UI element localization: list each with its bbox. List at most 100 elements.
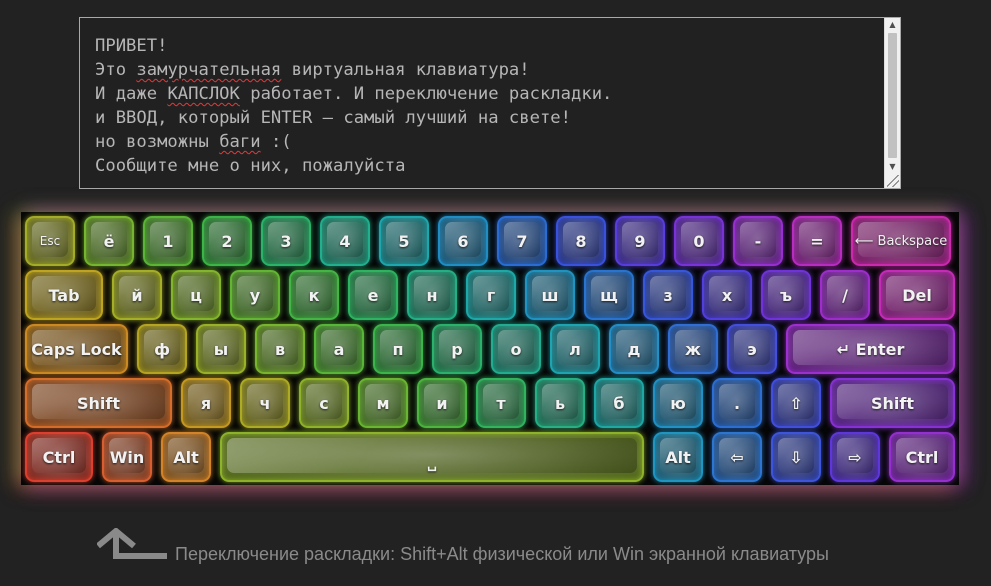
- key-y-short[interactable]: й: [112, 270, 162, 320]
- key-9[interactable]: 9: [615, 216, 665, 266]
- key-n[interactable]: н: [407, 270, 457, 320]
- key-label: ъ: [779, 285, 793, 305]
- key-k[interactable]: к: [289, 270, 339, 320]
- key-arrow-down[interactable]: ⇩: [771, 432, 821, 482]
- text-line: но возможны баги :(: [95, 130, 876, 154]
- key-f[interactable]: ф: [137, 324, 187, 374]
- key-label: ы: [213, 339, 229, 359]
- key-soft-sign[interactable]: ь: [535, 378, 585, 428]
- key-label: о: [510, 339, 522, 359]
- key-label: ч: [259, 393, 271, 413]
- misspelled-word: КАПСЛОК: [167, 84, 240, 104]
- scroll-down-arrow-icon[interactable]: ▼: [885, 160, 900, 174]
- key-zh[interactable]: ж: [668, 324, 718, 374]
- scroll-up-arrow-icon[interactable]: ▲: [885, 18, 900, 32]
- key-z[interactable]: з: [643, 270, 693, 320]
- key-ctrl-right[interactable]: Ctrl: [889, 432, 955, 482]
- key-equals[interactable]: =: [792, 216, 842, 266]
- key-backspace[interactable]: ⟵ Backspace: [851, 216, 951, 266]
- key-u[interactable]: у: [230, 270, 280, 320]
- key-tab[interactable]: Tab: [25, 270, 103, 320]
- key-4[interactable]: 4: [320, 216, 370, 266]
- key-g[interactable]: г: [466, 270, 516, 320]
- key-label: Shift: [76, 393, 120, 413]
- key-label: 2: [221, 231, 233, 251]
- resize-grip-icon[interactable]: [887, 175, 899, 187]
- key-label: д: [627, 339, 641, 359]
- key-shift-left[interactable]: Shift: [25, 378, 172, 428]
- key-2[interactable]: 2: [202, 216, 252, 266]
- key-label: 0: [693, 231, 705, 251]
- key-7[interactable]: 7: [497, 216, 547, 266]
- key-del[interactable]: Del: [879, 270, 955, 320]
- key-8[interactable]: 8: [556, 216, 606, 266]
- key-label: Alt: [173, 447, 199, 467]
- key-r[interactable]: р: [432, 324, 482, 374]
- key-yo[interactable]: ё: [84, 216, 134, 266]
- key-label: Caps Lock: [31, 339, 122, 359]
- text-segment: но возможны: [95, 132, 220, 152]
- key-label: Win: [109, 447, 145, 467]
- key-sh[interactable]: ш: [525, 270, 575, 320]
- key-alt-right[interactable]: Alt: [653, 432, 703, 482]
- key-d[interactable]: д: [609, 324, 659, 374]
- text-line: и ВВОД, который ENTER — самый лучший на …: [95, 106, 876, 130]
- key-label: =: [810, 231, 824, 251]
- key-1[interactable]: 1: [143, 216, 193, 266]
- key-win[interactable]: Win: [102, 432, 152, 482]
- key-3[interactable]: 3: [261, 216, 311, 266]
- key-label: ю: [670, 393, 686, 413]
- key-period[interactable]: .: [712, 378, 762, 428]
- key-label: ш: [541, 285, 559, 305]
- text-line: ПРИВЕТ!: [95, 34, 876, 58]
- key-s[interactable]: с: [299, 378, 349, 428]
- textarea-scrollbar[interactable]: ▲ ▼: [884, 18, 900, 188]
- key-label: 5: [398, 231, 410, 251]
- key-6[interactable]: 6: [438, 216, 488, 266]
- key-5[interactable]: 5: [379, 216, 429, 266]
- text-segment: Сообщите мне о них, пожалуйста: [95, 156, 406, 176]
- key-ya[interactable]: я: [181, 378, 231, 428]
- key-l[interactable]: л: [550, 324, 600, 374]
- key-arrow-up[interactable]: ⇧: [771, 378, 821, 428]
- key-ch[interactable]: ч: [240, 378, 290, 428]
- key-minus[interactable]: -: [733, 216, 783, 266]
- key-slash[interactable]: /: [820, 270, 870, 320]
- key-ye[interactable]: е: [348, 270, 398, 320]
- key-label: м: [376, 393, 390, 413]
- key-label: л: [569, 339, 581, 359]
- key-o[interactable]: о: [491, 324, 541, 374]
- key-a[interactable]: а: [314, 324, 364, 374]
- key-yery[interactable]: ы: [196, 324, 246, 374]
- key-arrow-right[interactable]: ⇨: [830, 432, 880, 482]
- key-space[interactable]: ␣: [220, 432, 644, 482]
- key-hard-sign[interactable]: ъ: [761, 270, 811, 320]
- key-kh[interactable]: х: [702, 270, 752, 320]
- key-shift-right[interactable]: Shift: [830, 378, 955, 428]
- text-input-area[interactable]: ПРИВЕТ! Это замурчательная виртуальная кл…: [79, 17, 901, 189]
- key-label: э: [747, 339, 757, 359]
- key-label: ⇩: [789, 447, 803, 467]
- key-arrow-left[interactable]: ⇦: [712, 432, 762, 482]
- key-label: Esc: [39, 234, 61, 248]
- key-p[interactable]: п: [373, 324, 423, 374]
- key-b[interactable]: б: [594, 378, 644, 428]
- key-e[interactable]: э: [727, 324, 777, 374]
- key-ctrl-left[interactable]: Ctrl: [25, 432, 93, 482]
- scrollbar-thumb[interactable]: [888, 33, 897, 158]
- key-0[interactable]: 0: [674, 216, 724, 266]
- key-alt-left[interactable]: Alt: [161, 432, 211, 482]
- key-shch[interactable]: щ: [584, 270, 634, 320]
- key-caps-lock[interactable]: Caps Lock: [25, 324, 128, 374]
- key-enter[interactable]: ↵ Enter: [786, 324, 955, 374]
- key-v[interactable]: в: [255, 324, 305, 374]
- key-ts[interactable]: ц: [171, 270, 221, 320]
- text-segment: ПРИВЕТ!: [95, 36, 168, 56]
- key-esc[interactable]: Esc: [25, 216, 75, 266]
- key-label: ц: [190, 285, 202, 305]
- key-yu[interactable]: ю: [653, 378, 703, 428]
- key-t[interactable]: т: [476, 378, 526, 428]
- key-label: Shift: [870, 393, 914, 413]
- key-i[interactable]: и: [417, 378, 467, 428]
- key-m[interactable]: м: [358, 378, 408, 428]
